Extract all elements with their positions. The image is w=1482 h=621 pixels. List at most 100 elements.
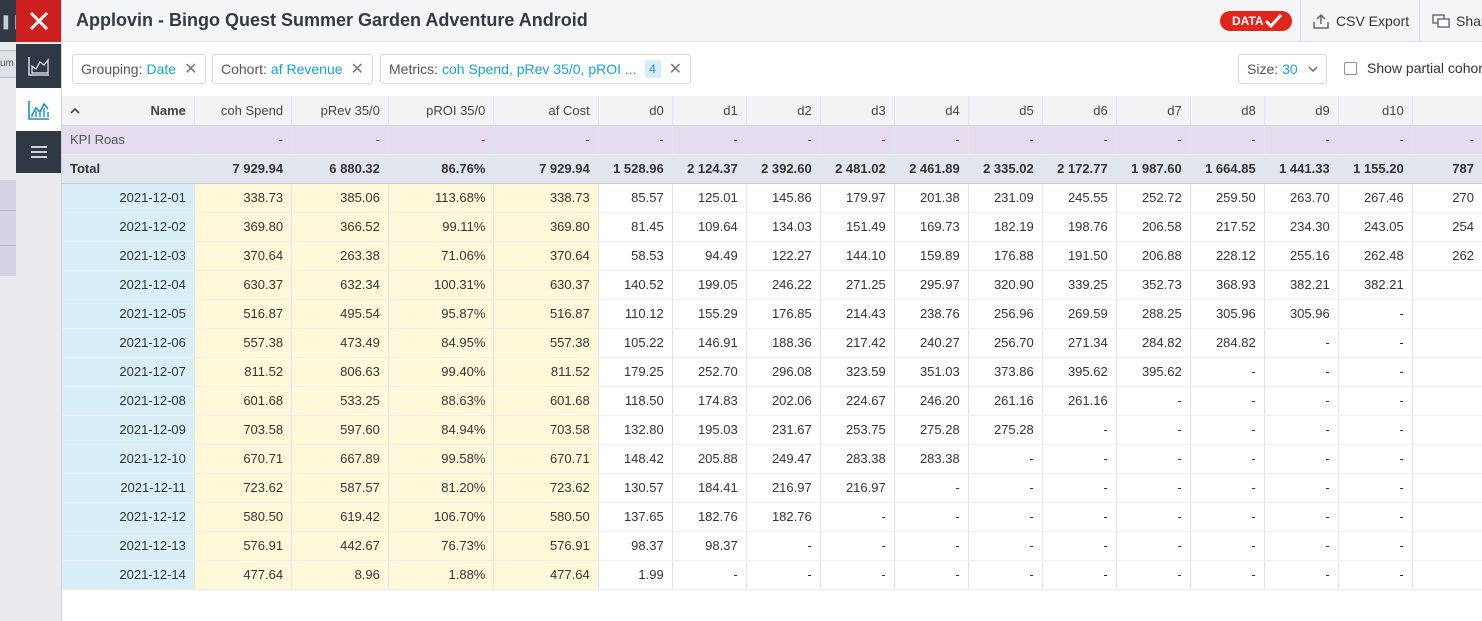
filter-bar: Grouping: Date ✕ Cohort: af Revenue ✕ Me…: [62, 43, 1482, 95]
value-cell: 98.37: [598, 531, 673, 561]
value-cell: 246.22: [746, 270, 821, 300]
value-cell: 94.49: [672, 241, 747, 271]
table-row[interactable]: 2021-12-03 370.64 263.38 71.06% 370.64 58.53 9…: [62, 241, 1482, 271]
remove-metrics-icon[interactable]: ✕: [669, 59, 682, 79]
value-cell: 283.38: [894, 444, 969, 474]
value-cell: 155.29: [672, 299, 747, 329]
chart-view-button[interactable]: [16, 44, 61, 88]
grouping-filter-chip[interactable]: Grouping: Date ✕: [72, 54, 207, 84]
value-cell: -: [894, 531, 969, 561]
value-cell: 587.57: [291, 473, 389, 503]
data-badge[interactable]: DATA: [1220, 11, 1292, 31]
column-header[interactable]: d8: [1190, 96, 1265, 126]
column-header-label: d0: [649, 102, 664, 118]
share-label: Shar: [1456, 13, 1482, 29]
show-partial-cohort-checkbox[interactable]: Show partial cohort: [1344, 60, 1482, 76]
cohort-filter-chip[interactable]: Cohort: af Revenue ✕: [212, 54, 373, 84]
row-label-cell: 2021-12-06: [62, 328, 195, 358]
value-cell: 109.64: [672, 212, 747, 242]
value-cell: 632.34: [291, 270, 389, 300]
column-header[interactable]: d7: [1116, 96, 1191, 126]
column-header[interactable]: pROI 35/0: [388, 96, 495, 126]
table-row[interactable]: 2021-12-14 477.64 8.96 1.88% 477.64 1.99- - - - -…: [62, 560, 1482, 590]
table-row[interactable]: 2021-12-09 703.58 597.60 84.94% 703.58 132.80…: [62, 415, 1482, 445]
value-cell: 667.89: [291, 444, 389, 474]
value-cell: 477.64: [194, 560, 293, 590]
analytics-view-button[interactable]: [16, 88, 61, 131]
value-cell: 305.96: [1190, 299, 1265, 329]
menu-button[interactable]: [16, 131, 61, 173]
column-header[interactable]: [1412, 96, 1482, 126]
column-header[interactable]: coh Spend: [194, 96, 293, 126]
column-header[interactable]: d5: [968, 96, 1043, 126]
table-row[interactable]: 2021-12-04 630.37 632.34 100.31% 630.37 140.5…: [62, 270, 1482, 300]
column-header[interactable]: d4: [894, 96, 969, 126]
table-row[interactable]: 2021-12-10 670.71 667.89 99.58% 670.71 148.42…: [62, 444, 1482, 474]
column-header-label: d1: [723, 102, 738, 118]
remove-grouping-icon[interactable]: ✕: [184, 59, 197, 79]
value-cell: 370.64: [493, 241, 599, 271]
close-button[interactable]: [16, 0, 61, 42]
remove-cohort-icon[interactable]: ✕: [351, 59, 364, 79]
column-header[interactable]: d9: [1264, 96, 1339, 126]
table-row[interactable]: 2021-12-01 338.73 385.06 113.68% 338.73 85.57…: [62, 183, 1482, 213]
share-button[interactable]: Shar: [1432, 0, 1482, 42]
column-header[interactable]: d6: [1042, 96, 1117, 126]
value-cell: 130.57: [598, 473, 673, 503]
value-cell: [1412, 560, 1482, 590]
metrics-filter-chip[interactable]: Metrics: coh Spend, pRev 35/0, pROI ... …: [380, 54, 691, 84]
sort-ascending-icon[interactable]: [70, 103, 80, 118]
value-cell: -: [1338, 444, 1413, 474]
value-cell: 125.01: [672, 183, 747, 213]
column-header-name[interactable]: Name: [62, 96, 195, 126]
value-cell: 7 929.94: [194, 154, 293, 184]
value-cell: 670.71: [194, 444, 293, 474]
kpi-roas-row[interactable]: KPI Roas - - - - - - - - - - - - - - - -: [62, 125, 1482, 155]
value-cell: 146.91: [672, 328, 747, 358]
value-cell: 255.16: [1264, 241, 1339, 271]
value-cell: 296.08: [746, 357, 821, 387]
table-row[interactable]: 2021-12-02 369.80 366.52 99.11% 369.80 81.45 1…: [62, 212, 1482, 242]
value-cell: 182.76: [746, 502, 821, 532]
value-cell: 495.54: [291, 299, 389, 329]
table-row[interactable]: 2021-12-07 811.52 806.63 99.40% 811.52 179.25…: [62, 357, 1482, 387]
table-row[interactable]: 2021-12-06 557.38 473.49 84.95% 557.38 105.22…: [62, 328, 1482, 358]
column-header[interactable]: d0: [598, 96, 673, 126]
value-cell: 151.49: [820, 212, 895, 242]
value-cell: 76.73%: [388, 531, 495, 561]
value-cell: 261.16: [1042, 386, 1117, 416]
value-cell: 320.90: [968, 270, 1043, 300]
size-value: 30: [1282, 61, 1298, 77]
column-header[interactable]: d10: [1338, 96, 1413, 126]
table-row[interactable]: 2021-12-13 576.91 442.67 76.73% 576.91 98.37 9…: [62, 531, 1482, 561]
value-cell: -: [968, 125, 1043, 155]
column-header[interactable]: d3: [820, 96, 895, 126]
table-row[interactable]: 2021-12-05 516.87 495.54 95.87% 516.87 110.12…: [62, 299, 1482, 329]
line-chart-icon: [27, 100, 49, 120]
column-header[interactable]: d1: [672, 96, 747, 126]
value-cell: 191.50: [1042, 241, 1117, 271]
value-cell: 85.57: [598, 183, 673, 213]
table-row[interactable]: 2021-12-11 723.62 587.57 81.20% 723.62 130.57…: [62, 473, 1482, 503]
value-cell: 249.47: [746, 444, 821, 474]
table-row[interactable]: 2021-12-08 601.68 533.25 88.63% 601.68 118.50…: [62, 386, 1482, 416]
value-cell: 259.50: [1190, 183, 1265, 213]
table-row[interactable]: 2021-12-12 580.50 619.42 106.70% 580.50 137.6…: [62, 502, 1482, 532]
value-cell: -: [1116, 473, 1191, 503]
value-cell: -: [1190, 560, 1265, 590]
value-cell: -: [968, 531, 1043, 561]
value-cell: 95.87%: [388, 299, 495, 329]
column-header[interactable]: af Cost: [493, 96, 599, 126]
page-size-select[interactable]: Size: 30: [1238, 54, 1327, 84]
size-label: Size:: [1247, 61, 1279, 77]
column-header[interactable]: d2: [746, 96, 821, 126]
value-cell: 533.25: [291, 386, 389, 416]
value-cell: 86.76%: [388, 154, 495, 184]
column-header[interactable]: pRev 35/0: [291, 96, 389, 126]
total-row[interactable]: Total 7 929.94 6 880.32 86.76% 7 929.94 1 528…: [62, 154, 1482, 184]
csv-export-button[interactable]: CSV Export: [1313, 0, 1409, 42]
checkbox-box[interactable]: [1344, 61, 1357, 75]
value-cell: -: [598, 125, 673, 155]
value-cell: -: [1264, 125, 1339, 155]
value-cell: 106.70%: [388, 502, 495, 532]
